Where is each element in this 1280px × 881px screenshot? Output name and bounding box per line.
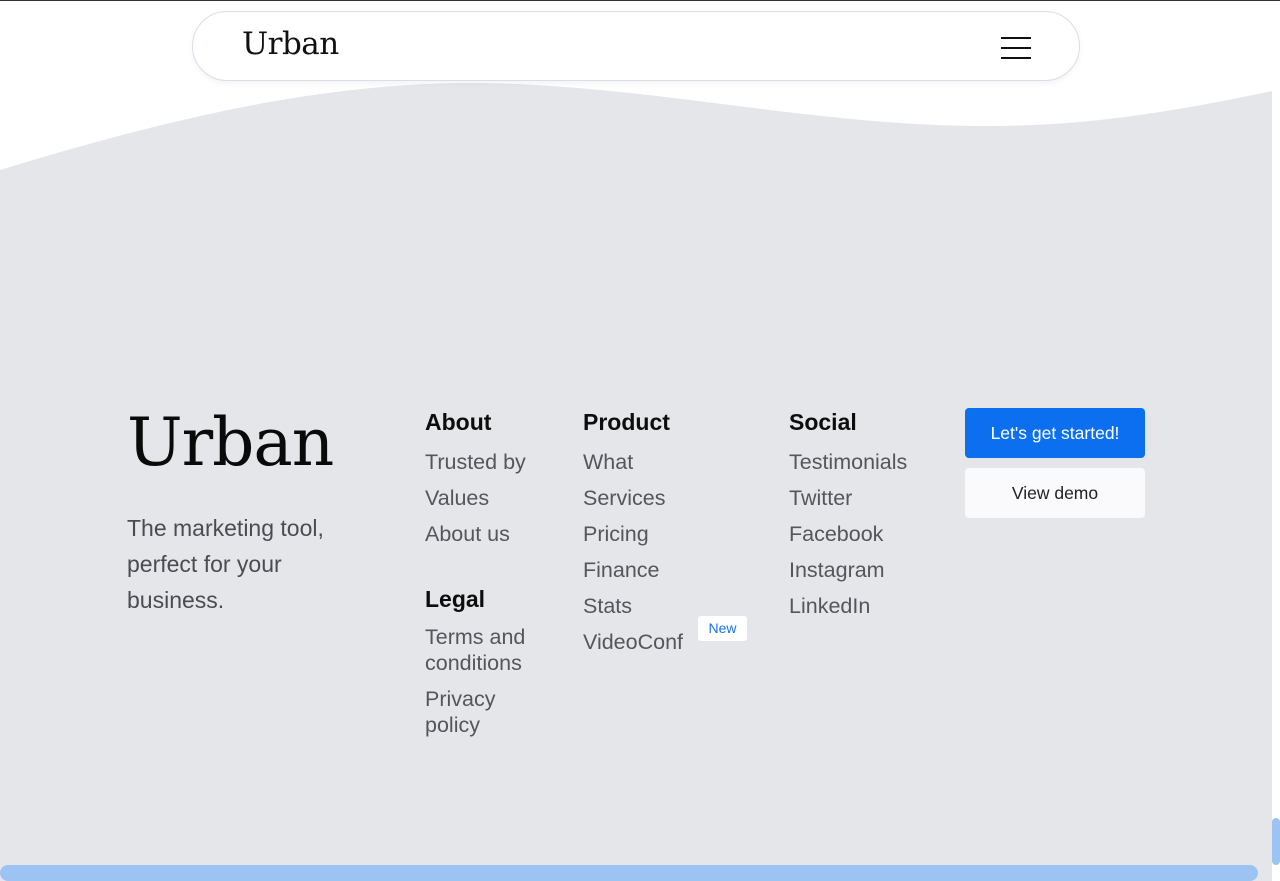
footer-logo[interactable]: Urban [127,404,334,481]
link-services[interactable]: Services [583,480,683,516]
link-finance[interactable]: Finance [583,552,683,588]
link-testimonials[interactable]: Testimonials [789,444,907,480]
footer-column-product: Product What Services Pricing Finance St… [583,408,683,660]
link-twitter[interactable]: Twitter [789,480,907,516]
column-title-product: Product [583,409,670,435]
link-stats[interactable]: Stats [583,588,683,624]
link-facebook[interactable]: Facebook [789,516,907,552]
footer-column-social: Social Testimonials Twitter Facebook Ins… [789,408,907,624]
hamburger-menu-icon[interactable] [1001,37,1031,59]
top-navbar: Urban [192,11,1080,81]
column-title-legal: Legal [425,586,486,612]
vertical-scrollbar-thumb[interactable] [1272,818,1280,865]
link-trusted-by[interactable]: Trusted by [425,444,526,480]
link-about-us[interactable]: About us [425,516,526,552]
footer-column-legal: Legal Terms and conditions Privacy polic… [425,585,555,748]
link-values[interactable]: Values [425,480,526,516]
link-pricing[interactable]: Pricing [583,516,683,552]
new-badge: New [698,616,747,641]
horizontal-scrollbar-thumb[interactable] [0,865,1258,881]
link-terms-and-conditions[interactable]: Terms and conditions [425,624,555,676]
navbar-logo[interactable]: Urban [242,26,339,62]
link-videoconf[interactable]: VideoConf [583,624,683,660]
view-demo-button[interactable]: View demo [965,468,1145,518]
link-what[interactable]: What [583,444,683,480]
link-instagram[interactable]: Instagram [789,552,907,588]
get-started-button[interactable]: Let's get started! [965,408,1145,458]
column-title-social: Social [789,409,857,435]
link-privacy-policy[interactable]: Privacy policy [425,686,555,738]
footer-column-about: About Trusted by Values About us [425,408,526,552]
column-title-about: About [425,409,492,435]
link-linkedin[interactable]: LinkedIn [789,588,907,624]
footer-tagline: The marketing tool, perfect for your bus… [127,515,324,613]
